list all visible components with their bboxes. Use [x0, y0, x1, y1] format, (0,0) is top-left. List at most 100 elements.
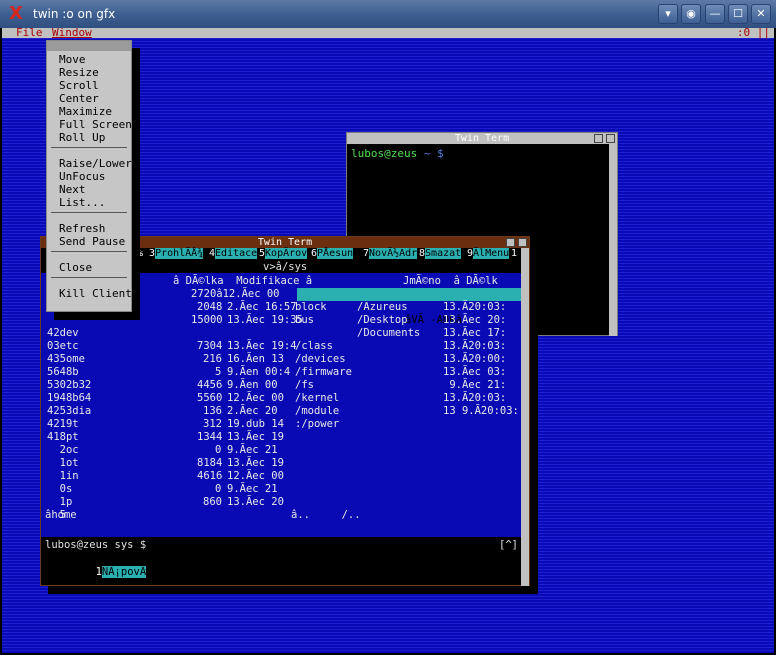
left-row-size: 5 — [215, 366, 222, 378]
updir-selected-row[interactable]: .. âVÃ -ADRâ — [297, 288, 525, 326]
window-menu-item-maximize[interactable]: Maximize — [59, 105, 112, 118]
term2-scroll-icon[interactable] — [506, 238, 515, 247]
term1-prompt-cwd: ~ — [423, 147, 431, 160]
term1-prompt[interactable]: lubos@zeus ~ $ — [351, 147, 444, 160]
sticky-icon[interactable]: ◉ — [681, 4, 701, 24]
window-title: twin :o on gfx — [33, 7, 116, 21]
fkey-6[interactable]: 8Smazat — [419, 248, 462, 260]
left-row-size: 0 — [215, 483, 222, 495]
menu-separator — [51, 147, 127, 148]
left-row-name: 1p — [47, 496, 73, 508]
menu-file[interactable]: File — [16, 28, 43, 38]
window-menu-item-roll-up[interactable]: Roll Up — [59, 131, 105, 144]
left-row-date: 9.Ãen 00:4 — [227, 366, 291, 378]
right-row-name[interactable]: /Desktop — [357, 314, 408, 327]
term1-close-icon[interactable] — [606, 134, 615, 143]
left-row-name: 1in — [47, 470, 79, 482]
right-row-name[interactable]: /Azureus — [357, 301, 408, 314]
right-row-date: 13.Ã20:03: — [443, 392, 507, 404]
left-row-date: 19.dub 14 — [227, 418, 284, 430]
window-menu-top — [47, 41, 131, 51]
left-row-size: 136 — [203, 405, 222, 417]
term2-scrollbar[interactable] — [521, 248, 529, 586]
left-panel-row[interactable] — [45, 327, 295, 340]
left-row-name: 4253dia — [47, 405, 92, 417]
left-row-date: 13.Ãec 19 — [227, 431, 284, 443]
menu-separator — [51, 212, 127, 213]
left-row-size: 216 — [203, 353, 222, 365]
updir-size: 2720â12.Ãec 00 — [191, 288, 280, 300]
right-row-date: 13 9.Ã20:03: — [443, 405, 519, 417]
left-row-size: 0 — [215, 444, 222, 456]
left-row-name: 2oc — [47, 444, 79, 456]
window-menu-item-kill-client[interactable]: Kill Client — [59, 287, 132, 300]
left-row-date: 13.Ãec 19:4 — [227, 340, 297, 352]
right-row-date: 13.Ãec 20: — [443, 314, 507, 326]
window-menu-item-send-pause[interactable]: Send Pause — [59, 235, 125, 248]
window-menu-item-raise-lower[interactable]: Raise/Lower — [59, 157, 132, 170]
left-row-date: 16.Ãen 13 — [227, 353, 284, 365]
left-row-date: 12.Ãec 00 — [227, 392, 284, 404]
twin-desktop[interactable]: File Window :0 || Twin Term lubos@zeus ~… — [2, 28, 774, 653]
term1-titlebar[interactable]: Twin Term — [347, 133, 617, 144]
window-menu-item-resize[interactable]: Resize — [59, 66, 99, 79]
window-menu-item-move[interactable]: Move — [59, 53, 86, 66]
right-panel-header: JmÃ©no â DÃ©lk — [403, 275, 498, 287]
window-menu-item-list[interactable]: List... — [59, 196, 105, 209]
shell-prompt[interactable]: lubos@zeus sys $ — [45, 539, 146, 552]
fkey-1[interactable]: % 3ProhlÃ­Å¾ — [137, 248, 204, 260]
left-row-extra: /module — [295, 405, 340, 417]
window-menu-item-refresh[interactable]: Refresh — [59, 222, 105, 235]
window-titlebar[interactable]: X twin :o on gfx ▾ ◉ — ☐ ✕ — [0, 0, 776, 28]
fkey-label: Editace — [215, 248, 258, 259]
left-row-name: 03etc — [47, 340, 79, 352]
fkey-3[interactable]: 5KopÃ­rov — [259, 248, 308, 260]
fkey-label: ProhlÃ­Å¾ — [155, 248, 204, 259]
window-menu-item-close[interactable]: Close — [59, 261, 92, 274]
fkey-7[interactable]: 9ÃlMenu — [467, 248, 510, 260]
left-row-name: 0s — [47, 483, 73, 495]
home-right: â.. /.. — [291, 509, 361, 521]
term1-scroll-icon[interactable] — [594, 134, 603, 143]
fkey-4[interactable]: 6PÅesun — [311, 248, 354, 260]
left-row-size: 7304 — [197, 340, 223, 352]
shell-prompt-history[interactable]: [^] — [499, 539, 518, 552]
minimize-icon[interactable]: — — [705, 4, 725, 24]
left-row-size: 1344 — [197, 431, 223, 443]
left-row-extra: /kernel — [295, 392, 340, 404]
menu-window[interactable]: Window — [52, 28, 92, 38]
left-row-extra: /firmware — [295, 366, 352, 378]
twin-menubar: File Window :0 || — [2, 28, 774, 38]
fkey-5[interactable]: 7NovÃ½Adr — [363, 248, 418, 260]
window-menu-item-next[interactable]: Next — [59, 183, 86, 196]
left-row-extra: bus — [295, 314, 314, 326]
left-row-name: 5302b32 — [47, 379, 92, 391]
status-help[interactable]: 1NÃ¡povÄ — [45, 553, 147, 578]
fkey-2[interactable]: 4Editace — [209, 248, 258, 260]
menu-icon[interactable]: ▾ — [658, 4, 678, 24]
left-row-date: 13.Ãec 19:35 — [227, 314, 303, 326]
window-menu-item-unfocus[interactable]: UnFocus — [59, 170, 105, 183]
right-row-date: 13.Ã20:03: — [443, 340, 507, 352]
fkey-number: 1 — [511, 248, 518, 259]
window-menu: Move Resize Scroll Center Maximize Full Scree… — [46, 40, 132, 312]
fkey-label: NovÃ½Adr — [369, 248, 418, 259]
menubar-clock: :0 || — [736, 28, 770, 39]
left-row-date: 2.Ãec 20 — [227, 405, 278, 417]
term2-close-icon[interactable] — [518, 238, 527, 247]
left-row-date: 2.Ãec 16:57 — [227, 301, 297, 313]
left-row-extra: /devices — [295, 353, 346, 365]
close-icon[interactable]: ✕ — [751, 4, 771, 24]
right-row-name[interactable]: /Documents — [357, 327, 420, 340]
window-menu-item-scroll[interactable]: Scroll — [59, 79, 99, 92]
left-row-date: 9.Ãec 21 — [227, 483, 278, 495]
x-logo-icon: X — [9, 3, 23, 24]
fkey-8[interactable]: 1 — [511, 248, 518, 260]
maximize-icon[interactable]: ☐ — [728, 4, 748, 24]
left-panel-row[interactable] — [45, 509, 295, 522]
status-help-label: NÃ¡povÄ — [101, 566, 147, 578]
term1-scrollbar[interactable] — [609, 144, 617, 336]
window-menu-item-center[interactable]: Center — [59, 92, 99, 105]
home-line: âhome — [45, 509, 77, 521]
window-menu-item-full-screen[interactable]: Full Screen — [59, 118, 132, 131]
